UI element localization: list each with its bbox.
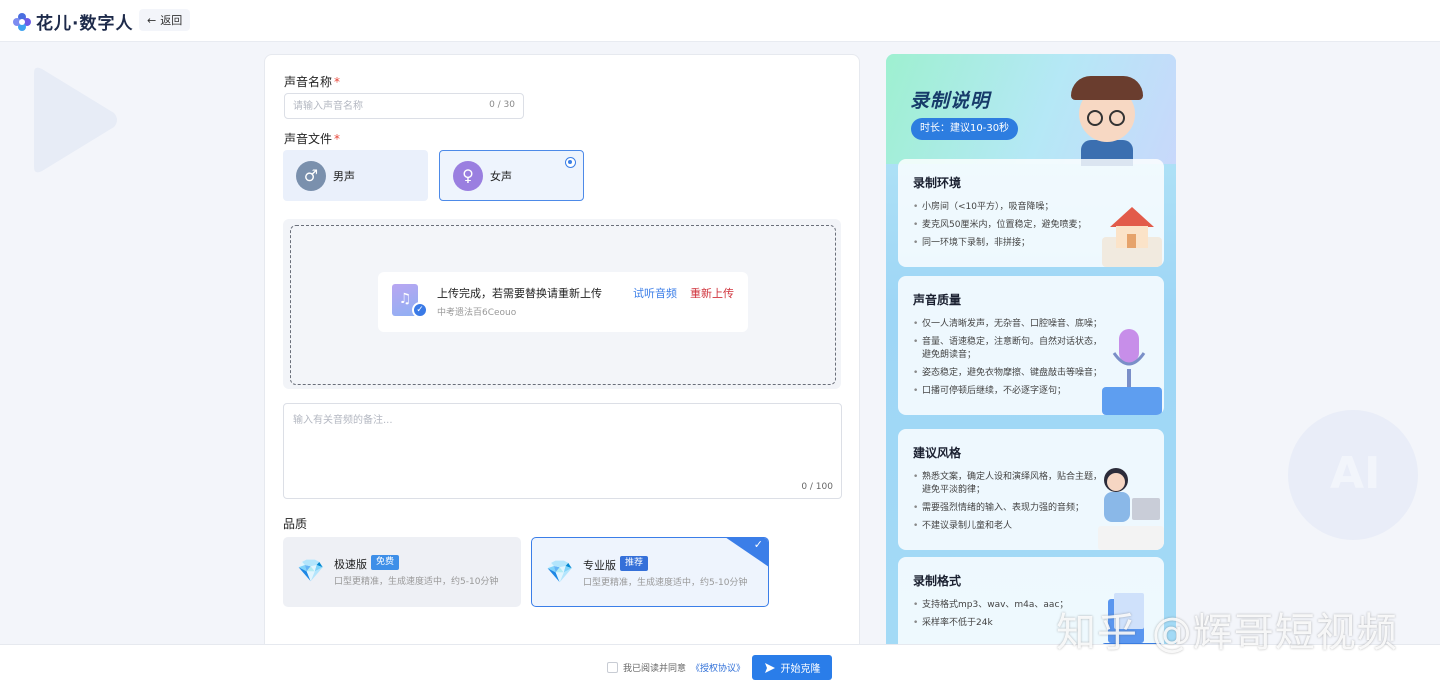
voice-name-counter: 0 / 30 bbox=[489, 100, 515, 110]
required-mark: * bbox=[334, 132, 341, 146]
agreement: 我已阅读并同意 《授权协议》 bbox=[607, 661, 745, 674]
person-at-desk-icon bbox=[1098, 468, 1164, 550]
section-title: 建议风格 bbox=[913, 446, 962, 460]
reupload-link[interactable]: 重新上传 bbox=[690, 285, 734, 301]
section-voice-quality: 声音质量 仅一人清晰发声，无杂音、口腔噪音、底噪； 音量、语速稳定，注意断句。自… bbox=[898, 276, 1164, 415]
quality-name: 极速版 bbox=[334, 558, 367, 571]
instructions-title: 录制说明 bbox=[910, 90, 991, 112]
checkmark-icon: ✓ bbox=[753, 538, 763, 551]
section-title: 声音质量 bbox=[913, 293, 962, 307]
list-item: 不建议录制儿童和老人 bbox=[913, 520, 1103, 533]
preview-audio-link[interactable]: 试听音频 bbox=[633, 285, 677, 301]
list-item: 同一环境下录制，非拼接； bbox=[913, 237, 1103, 250]
section-list: 小房间（<10平方），吸音降噪； 麦克风50厘米内，位置稳定，避免喷麦； 同一环… bbox=[913, 201, 1103, 255]
list-item: 麦克风50厘米内，位置稳定，避免喷麦； bbox=[913, 219, 1103, 232]
start-clone-button[interactable]: 开始克隆 bbox=[752, 655, 832, 680]
gender-label: 女声 bbox=[490, 169, 512, 183]
female-symbol-icon: ♀ bbox=[453, 160, 483, 191]
list-item: 小房间（<10平方），吸音降噪； bbox=[913, 201, 1103, 214]
list-item: 姿态稳定，避免衣物摩擦、键盘敲击等噪音； bbox=[913, 367, 1103, 380]
male-symbol-icon: ♂ bbox=[296, 160, 326, 191]
recommend-badge: 推荐 bbox=[620, 556, 649, 571]
free-badge: 免费 bbox=[371, 555, 400, 570]
required-mark: * bbox=[334, 75, 341, 89]
voice-name-label: 声音名称 * bbox=[284, 75, 341, 89]
check-circle-icon: ✓ bbox=[412, 302, 428, 318]
list-item: 需要强烈情绪的输入、表现力强的音频； bbox=[913, 502, 1103, 515]
section-list: 仅一人清晰发声，无杂音、口腔噪音、底噪； 音量、语速稳定，注意断句。自然对话状态… bbox=[913, 318, 1103, 403]
remark-textarea[interactable] bbox=[284, 404, 841, 498]
quality-desc: 口型更精准，生成速度适中，约5-10分钟 bbox=[583, 578, 748, 588]
list-item: 口播可停顿后继续，不必逐字逐句； bbox=[913, 385, 1103, 398]
agreement-link[interactable]: 《授权协议》 bbox=[691, 661, 745, 674]
section-environment: 录制环境 小房间（<10平方），吸音降噪； 麦克风50厘米内，位置稳定，避免喷麦… bbox=[898, 159, 1164, 267]
gender-option-female[interactable]: ♀ 女声 bbox=[439, 150, 584, 201]
quality-option-fast[interactable]: 💎 极速版 免费 口型更精准，生成速度适中，约5-10分钟 bbox=[283, 537, 521, 607]
selected-radio-icon[interactable] bbox=[565, 157, 576, 168]
back-button[interactable]: ← 返回 bbox=[139, 9, 191, 31]
voice-name-field: 0 / 30 bbox=[284, 93, 524, 119]
gender-option-male[interactable]: ♂ 男声 bbox=[283, 150, 428, 201]
microphone-icon bbox=[1102, 329, 1162, 415]
top-header: 花儿·数字人 ← 返回 bbox=[0, 0, 1440, 42]
voice-name-input[interactable] bbox=[285, 94, 465, 118]
duration-pill: 时长：建议10-30秒 bbox=[911, 118, 1019, 140]
arrow-left-icon: ← bbox=[147, 13, 157, 27]
quality-label: 品质 bbox=[283, 517, 308, 531]
upload-status: 上传完成，若需要替换请重新上传 bbox=[437, 287, 602, 300]
quality-desc: 口型更精准，生成速度适中，约5-10分钟 bbox=[334, 577, 499, 587]
mascot-illustration bbox=[1061, 64, 1151, 166]
recording-instructions-panel: 录制说明 时长：建议10-30秒 录制环境 小房间（<10平方），吸音降噪； 麦… bbox=[886, 54, 1176, 689]
agree-text: 我已阅读并同意 bbox=[623, 664, 687, 674]
quality-option-pro[interactable]: 💎 专业版 推荐 口型更精准，生成速度适中，约5-10分钟 ✓ bbox=[531, 537, 769, 607]
send-icon bbox=[764, 662, 775, 673]
house-icon bbox=[1102, 207, 1162, 267]
uploaded-file-name: 中考遗法百6Ceouo bbox=[437, 308, 517, 318]
diamond-icon: 💎 bbox=[297, 559, 325, 584]
agree-checkbox[interactable] bbox=[607, 662, 618, 673]
section-list: 熟悉文案，确定人设和演绎风格，贴合主题，避免平淡韵律； 需要强烈情绪的输入、表现… bbox=[913, 471, 1103, 538]
play-decoration-icon bbox=[34, 67, 117, 173]
section-title: 录制格式 bbox=[913, 574, 962, 588]
voice-file-label: 声音文件 * bbox=[284, 132, 341, 146]
quality-name: 专业版 bbox=[583, 559, 616, 572]
app-logo[interactable]: 花儿·数字人 bbox=[12, 9, 133, 34]
watermark: 知乎 @辉哥短视频 bbox=[1056, 610, 1398, 656]
start-clone-label: 开始克隆 bbox=[780, 664, 821, 675]
section-style: 建议风格 熟悉文案，确定人设和演绎风格，贴合主题，避免平淡韵律； 需要强烈情绪的… bbox=[898, 429, 1164, 550]
uploaded-file-card: ♫ ✓ 上传完成，若需要替换请重新上传 中考遗法百6Ceouo 试听音频 重新上… bbox=[378, 272, 748, 332]
app-name: 花儿·数字人 bbox=[36, 14, 134, 34]
back-label: 返回 bbox=[160, 14, 183, 27]
flower-logo-icon bbox=[13, 12, 31, 31]
section-title: 录制环境 bbox=[913, 176, 962, 190]
gender-label: 男声 bbox=[333, 169, 355, 183]
upload-dropzone[interactable]: ♫ ✓ 上传完成，若需要替换请重新上传 中考遗法百6Ceouo 试听音频 重新上… bbox=[290, 225, 836, 385]
remark-counter: 0 / 100 bbox=[801, 482, 833, 492]
remark-field: 0 / 100 bbox=[283, 403, 842, 499]
upload-area: ♫ ✓ 上传完成，若需要替换请重新上传 中考遗法百6Ceouo 试听音频 重新上… bbox=[283, 219, 841, 389]
voice-clone-form: 声音名称* 0 / 30 声音文件* ♂ 男声 ♀ 女声 ♫ ✓ 上传完成，若需… bbox=[264, 54, 860, 689]
diamond-icon: 💎 bbox=[546, 560, 574, 585]
list-item: 音量、语速稳定，注意断句。自然对话状态，避免朗读音； bbox=[913, 336, 1103, 362]
ai-decoration-icon: AI bbox=[1330, 448, 1381, 499]
list-item: 熟悉文案，确定人设和演绎风格，贴合主题，避免平淡韵律； bbox=[913, 471, 1103, 497]
list-item: 仅一人清晰发声，无杂音、口腔噪音、底噪； bbox=[913, 318, 1103, 331]
